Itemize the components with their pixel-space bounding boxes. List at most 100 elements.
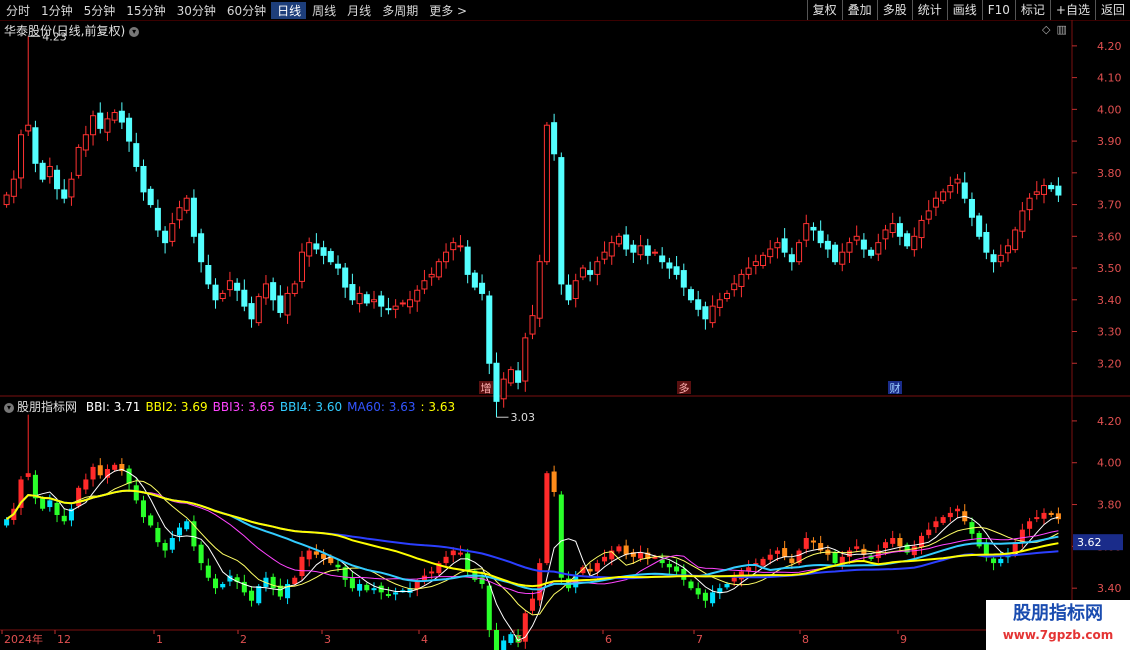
price-tick-label: 3.30 (1097, 326, 1122, 339)
candle-body (515, 370, 522, 383)
ind-candle-body (205, 565, 211, 578)
ind-candle-body (702, 592, 708, 601)
ind-candle-body (544, 473, 550, 564)
candle-body (457, 245, 464, 248)
ind-candle-body (681, 568, 687, 580)
candle-body (846, 242, 853, 253)
candle-body (875, 242, 882, 255)
ind-candle-body (198, 544, 204, 564)
ind-candle-body (162, 543, 168, 551)
candle-body (298, 251, 305, 282)
candle-body (853, 235, 860, 241)
candle-body (803, 223, 810, 241)
candle-body (695, 299, 702, 310)
candle-body (839, 251, 846, 265)
candle-body (630, 244, 637, 253)
candle-body (781, 238, 788, 253)
ind-candle-body (1055, 513, 1061, 520)
ma60-line (6, 489, 1059, 580)
ind-candle-body (782, 548, 788, 557)
ind-candle-body (220, 584, 226, 588)
candle-body (745, 267, 752, 275)
candle-body (680, 270, 687, 288)
ind-candle-body (54, 502, 60, 515)
candle-body (334, 263, 342, 269)
indicator-tick-label: 4.20 (1097, 415, 1122, 428)
ind-candle-body (249, 590, 255, 601)
candle-body (687, 289, 695, 301)
ind-candle-body (926, 529, 932, 536)
ind-candle-body (385, 594, 391, 597)
candle-body (1012, 229, 1019, 251)
candle-body (327, 251, 334, 263)
ind-candle-body (508, 634, 514, 643)
candle-body (399, 302, 406, 305)
price-tick-label: 3.40 (1097, 294, 1122, 307)
candle-body (39, 162, 46, 180)
candle-body (46, 165, 53, 178)
candle-body (666, 262, 673, 269)
low-price-label: 3.03 (510, 411, 535, 424)
candle-body (587, 270, 594, 275)
ind-candle-body (551, 471, 557, 492)
candle-body (1040, 185, 1048, 195)
candle-body (932, 197, 939, 208)
candle-body (572, 280, 579, 300)
candle-body (954, 178, 961, 184)
ind-candle-body (940, 517, 946, 523)
candle-body (774, 242, 781, 249)
candle-body (450, 242, 457, 251)
candle-body (198, 233, 205, 263)
price-tick-label: 4.10 (1097, 72, 1122, 85)
ind-candle-body (133, 485, 139, 501)
candle-body (262, 283, 269, 299)
date-label: 8 (802, 633, 809, 646)
candle-body (435, 261, 442, 278)
candle-body (1004, 245, 1011, 254)
ind-candle-body (335, 564, 341, 568)
ind-candle-body (890, 538, 896, 544)
candle-body (500, 378, 507, 400)
candle-body (1026, 197, 1033, 211)
candle-body (904, 233, 911, 247)
date-label: 3 (324, 633, 331, 646)
kline-chart[interactable]: 4.20 4.10 4.00 3.90 3.80 3.70 3.60 3.50 3.40 3.30… (0, 0, 1130, 650)
ind-candle-body (558, 494, 564, 578)
candle-body (82, 134, 89, 151)
date-label: 7 (696, 633, 703, 646)
ind-candle-body (76, 487, 82, 507)
candle-body (767, 248, 774, 258)
candle-body (1055, 185, 1062, 196)
ind-candle-body (429, 571, 435, 574)
candle-body (529, 315, 536, 335)
candle-body (248, 303, 255, 320)
candle-body (565, 284, 572, 301)
ind-candle-body (897, 538, 903, 547)
ind-candle-body (760, 558, 766, 566)
ind-candle-body (918, 535, 925, 548)
candle-body (255, 296, 262, 324)
candle-body (1033, 191, 1040, 195)
candle-body (140, 165, 147, 193)
candle-body (378, 295, 385, 307)
candle-body (212, 284, 219, 301)
candle-body (925, 210, 932, 220)
candle-body (1048, 185, 1055, 190)
ind-candle-body (357, 584, 363, 591)
ind-candle-body (501, 640, 507, 650)
candle-body (356, 292, 363, 305)
ind-candle-body (623, 545, 629, 555)
candle-body (17, 134, 25, 179)
candle-body (3, 194, 10, 206)
watermark-title: 股朋指标网 (1013, 603, 1103, 624)
candle-body (810, 226, 817, 231)
candle-body (623, 234, 630, 250)
candle-body (25, 124, 32, 132)
indicator-tick-label: 4.00 (1097, 457, 1122, 470)
ind-candle-body (731, 577, 737, 582)
candle-body (183, 197, 190, 211)
candle-body (97, 112, 104, 129)
ind-candle-body (933, 521, 939, 528)
ind-candle-body (1048, 512, 1054, 515)
ind-candle-body (724, 584, 730, 588)
